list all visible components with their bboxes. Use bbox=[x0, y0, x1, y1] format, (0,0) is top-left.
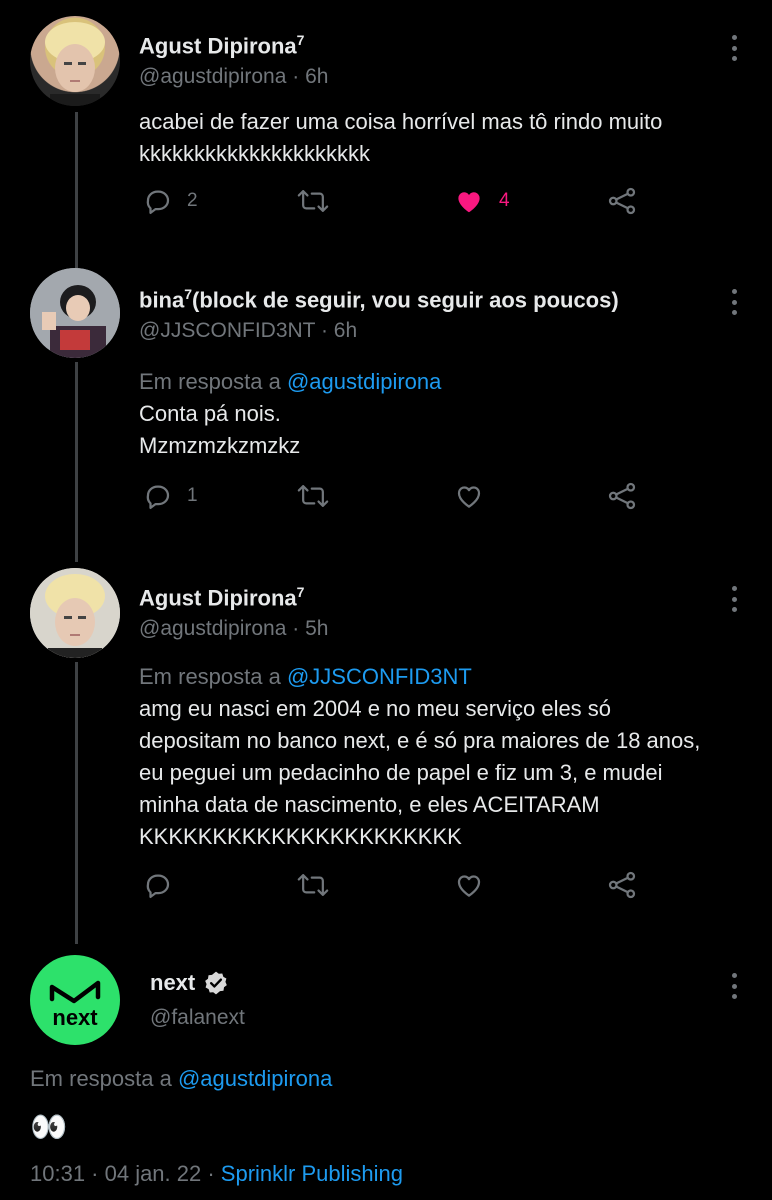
handle[interactable]: @falanext bbox=[150, 1006, 245, 1030]
timestamp[interactable]: 10:31 · 04 jan. 22 · bbox=[30, 1161, 221, 1186]
display-name-sup: 7 bbox=[296, 32, 305, 48]
reply-button[interactable]: 2 bbox=[143, 186, 198, 216]
tweet-text: Em resposta a @agustdipirona Conta pá no… bbox=[139, 366, 441, 462]
reply-icon bbox=[146, 485, 170, 509]
share-button[interactable] bbox=[607, 870, 637, 900]
display-name-suffix: (block de seguir, vou seguir aos poucos) bbox=[192, 287, 619, 313]
handle-time[interactable]: @JJSCONFID3NT · 6h bbox=[139, 319, 619, 343]
avatar[interactable] bbox=[30, 568, 120, 658]
tweet-text: acabei de fazer uma coisa horrível mas t… bbox=[139, 106, 662, 170]
avatar-photo bbox=[30, 568, 120, 658]
tweet-line: acabei de fazer uma coisa horrível mas t… bbox=[139, 109, 663, 134]
tweet-line: depositam no banco next, e é só pra maio… bbox=[139, 728, 701, 753]
share-icon bbox=[608, 187, 636, 215]
thread-connector bbox=[75, 662, 78, 944]
heart-icon bbox=[457, 875, 481, 897]
reply-context: Em resposta a @agustdipirona bbox=[30, 1066, 332, 1092]
tweet-line: minha data de nascimento, e eles ACEITAR… bbox=[139, 792, 600, 817]
share-button[interactable] bbox=[607, 481, 637, 511]
retweet-button[interactable] bbox=[297, 186, 343, 216]
retweet-icon bbox=[297, 190, 329, 212]
reply-prefix: Em resposta a bbox=[139, 369, 287, 394]
tweet-line: kkkkkkkkkkkkkkkkkkkkk bbox=[139, 141, 370, 166]
reply-mention-link[interactable]: @agustdipirona bbox=[287, 369, 441, 394]
avatar-photo bbox=[30, 268, 120, 358]
tweet-header: Agust Dipirona7 @agustdipirona · 5h bbox=[139, 584, 328, 641]
display-name-text: Agust Dipirona bbox=[139, 33, 297, 59]
more-options-icon[interactable] bbox=[724, 35, 744, 61]
more-options-icon[interactable] bbox=[724, 289, 744, 315]
reply-prefix: Em resposta a bbox=[139, 664, 287, 689]
handle-time[interactable]: @agustdipirona · 6h bbox=[139, 65, 328, 89]
tweet-meta: 10:31 · 04 jan. 22 · Sprinklr Publishing bbox=[30, 1161, 403, 1187]
share-icon bbox=[608, 871, 636, 899]
reply-icon bbox=[146, 874, 170, 898]
display-name[interactable]: Agust Dipirona7 bbox=[139, 32, 328, 59]
tweet-text: 👀 bbox=[30, 1110, 68, 1145]
tweet-text: Em resposta a @JJSCONFID3NT amg eu nasci… bbox=[139, 661, 700, 853]
reply-context: Em resposta a @agustdipirona bbox=[139, 366, 441, 398]
avatar-photo bbox=[45, 22, 105, 106]
reply-count: 2 bbox=[187, 190, 198, 211]
retweet-button[interactable] bbox=[297, 481, 329, 511]
tweet-header: next @falanext bbox=[150, 970, 245, 1030]
display-name[interactable]: Agust Dipirona7 bbox=[139, 584, 328, 611]
heart-icon bbox=[458, 192, 480, 213]
share-icon bbox=[608, 482, 636, 510]
display-name[interactable]: bina7(block de seguir, vou seguir aos po… bbox=[139, 286, 619, 313]
tweet-actions: 2 4 bbox=[139, 186, 659, 222]
tweet-line: amg eu nasci em 2004 e no meu serviço el… bbox=[139, 696, 612, 721]
verified-badge-icon bbox=[205, 971, 228, 995]
like-button[interactable] bbox=[453, 870, 485, 900]
reply-mention-link[interactable]: @JJSCONFID3NT bbox=[287, 664, 472, 689]
reply-icon bbox=[146, 190, 170, 214]
retweet-button[interactable] bbox=[297, 870, 329, 900]
tweet-actions bbox=[139, 870, 659, 906]
display-name-sup: 7 bbox=[184, 286, 193, 302]
display-name[interactable]: next bbox=[150, 970, 245, 996]
thread-connector bbox=[75, 362, 78, 562]
more-options-icon[interactable] bbox=[724, 973, 744, 999]
reply-prefix: Em resposta a bbox=[30, 1066, 178, 1091]
avatar[interactable] bbox=[30, 16, 120, 106]
reply-mention-link[interactable]: @agustdipirona bbox=[178, 1066, 332, 1091]
reply-button[interactable]: 1 bbox=[143, 481, 198, 511]
handle-time[interactable]: @agustdipirona · 5h bbox=[139, 617, 328, 641]
tweet-line: eu peguei um pedacinho de papel e fiz um… bbox=[139, 760, 663, 785]
display-name-text: bina bbox=[139, 287, 185, 313]
retweet-icon bbox=[297, 485, 329, 507]
avatar[interactable]: next bbox=[30, 955, 120, 1045]
share-button[interactable] bbox=[607, 186, 637, 216]
tweet-line: KKKKKKKKKKKKKKKKKKKKKK bbox=[139, 824, 462, 849]
more-options-icon[interactable] bbox=[724, 586, 744, 612]
display-name-sup: 7 bbox=[296, 584, 305, 600]
tweet-line: Mzmzmzkzmzkz bbox=[139, 433, 301, 458]
tweet-line: Conta pá nois. bbox=[139, 401, 281, 426]
display-name-text: next bbox=[150, 970, 196, 995]
tweet-header: bina7(block de seguir, vou seguir aos po… bbox=[139, 286, 619, 343]
retweet-icon bbox=[297, 874, 329, 896]
tweet-header: Agust Dipirona7 @agustdipirona · 6h bbox=[139, 32, 328, 89]
svg-text:next: next bbox=[52, 1005, 98, 1030]
like-button[interactable]: 4 bbox=[453, 186, 510, 216]
next-logo-icon: next bbox=[49, 980, 101, 1030]
thread-connector bbox=[75, 112, 78, 268]
reply-button[interactable] bbox=[143, 870, 173, 900]
avatar[interactable] bbox=[30, 268, 120, 358]
display-name-text: Agust Dipirona bbox=[139, 585, 297, 611]
reply-context: Em resposta a @JJSCONFID3NT bbox=[139, 661, 700, 693]
source-link[interactable]: Sprinklr Publishing bbox=[221, 1161, 403, 1186]
like-button[interactable] bbox=[453, 481, 485, 511]
tweet-actions: 1 bbox=[139, 481, 659, 517]
heart-icon bbox=[457, 486, 481, 508]
reply-count: 1 bbox=[187, 485, 198, 506]
like-count: 4 bbox=[499, 190, 510, 211]
